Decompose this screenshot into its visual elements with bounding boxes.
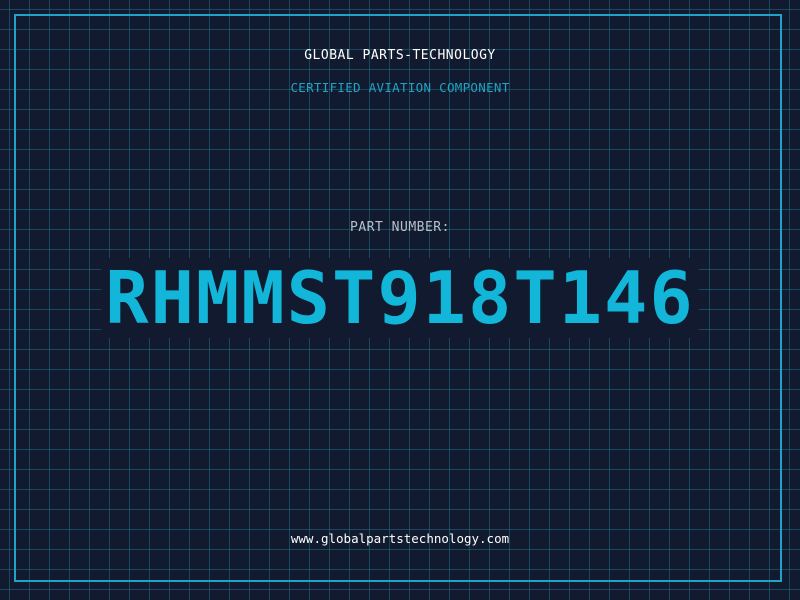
part-number-value: RHMMST918T146 [101, 258, 699, 338]
company-name: GLOBAL PARTS-TECHNOLOGY [304, 48, 496, 63]
certification-subtitle: CERTIFIED AVIATION COMPONENT [290, 80, 510, 95]
website-url: www.globalpartstechnology.com [290, 531, 510, 546]
part-number-container: RHMMST918T146 [0, 258, 800, 338]
part-number-label: PART NUMBER: [350, 220, 450, 235]
blueprint-canvas: GLOBAL PARTS-TECHNOLOGY CERTIFIED AVIATI… [0, 0, 800, 600]
